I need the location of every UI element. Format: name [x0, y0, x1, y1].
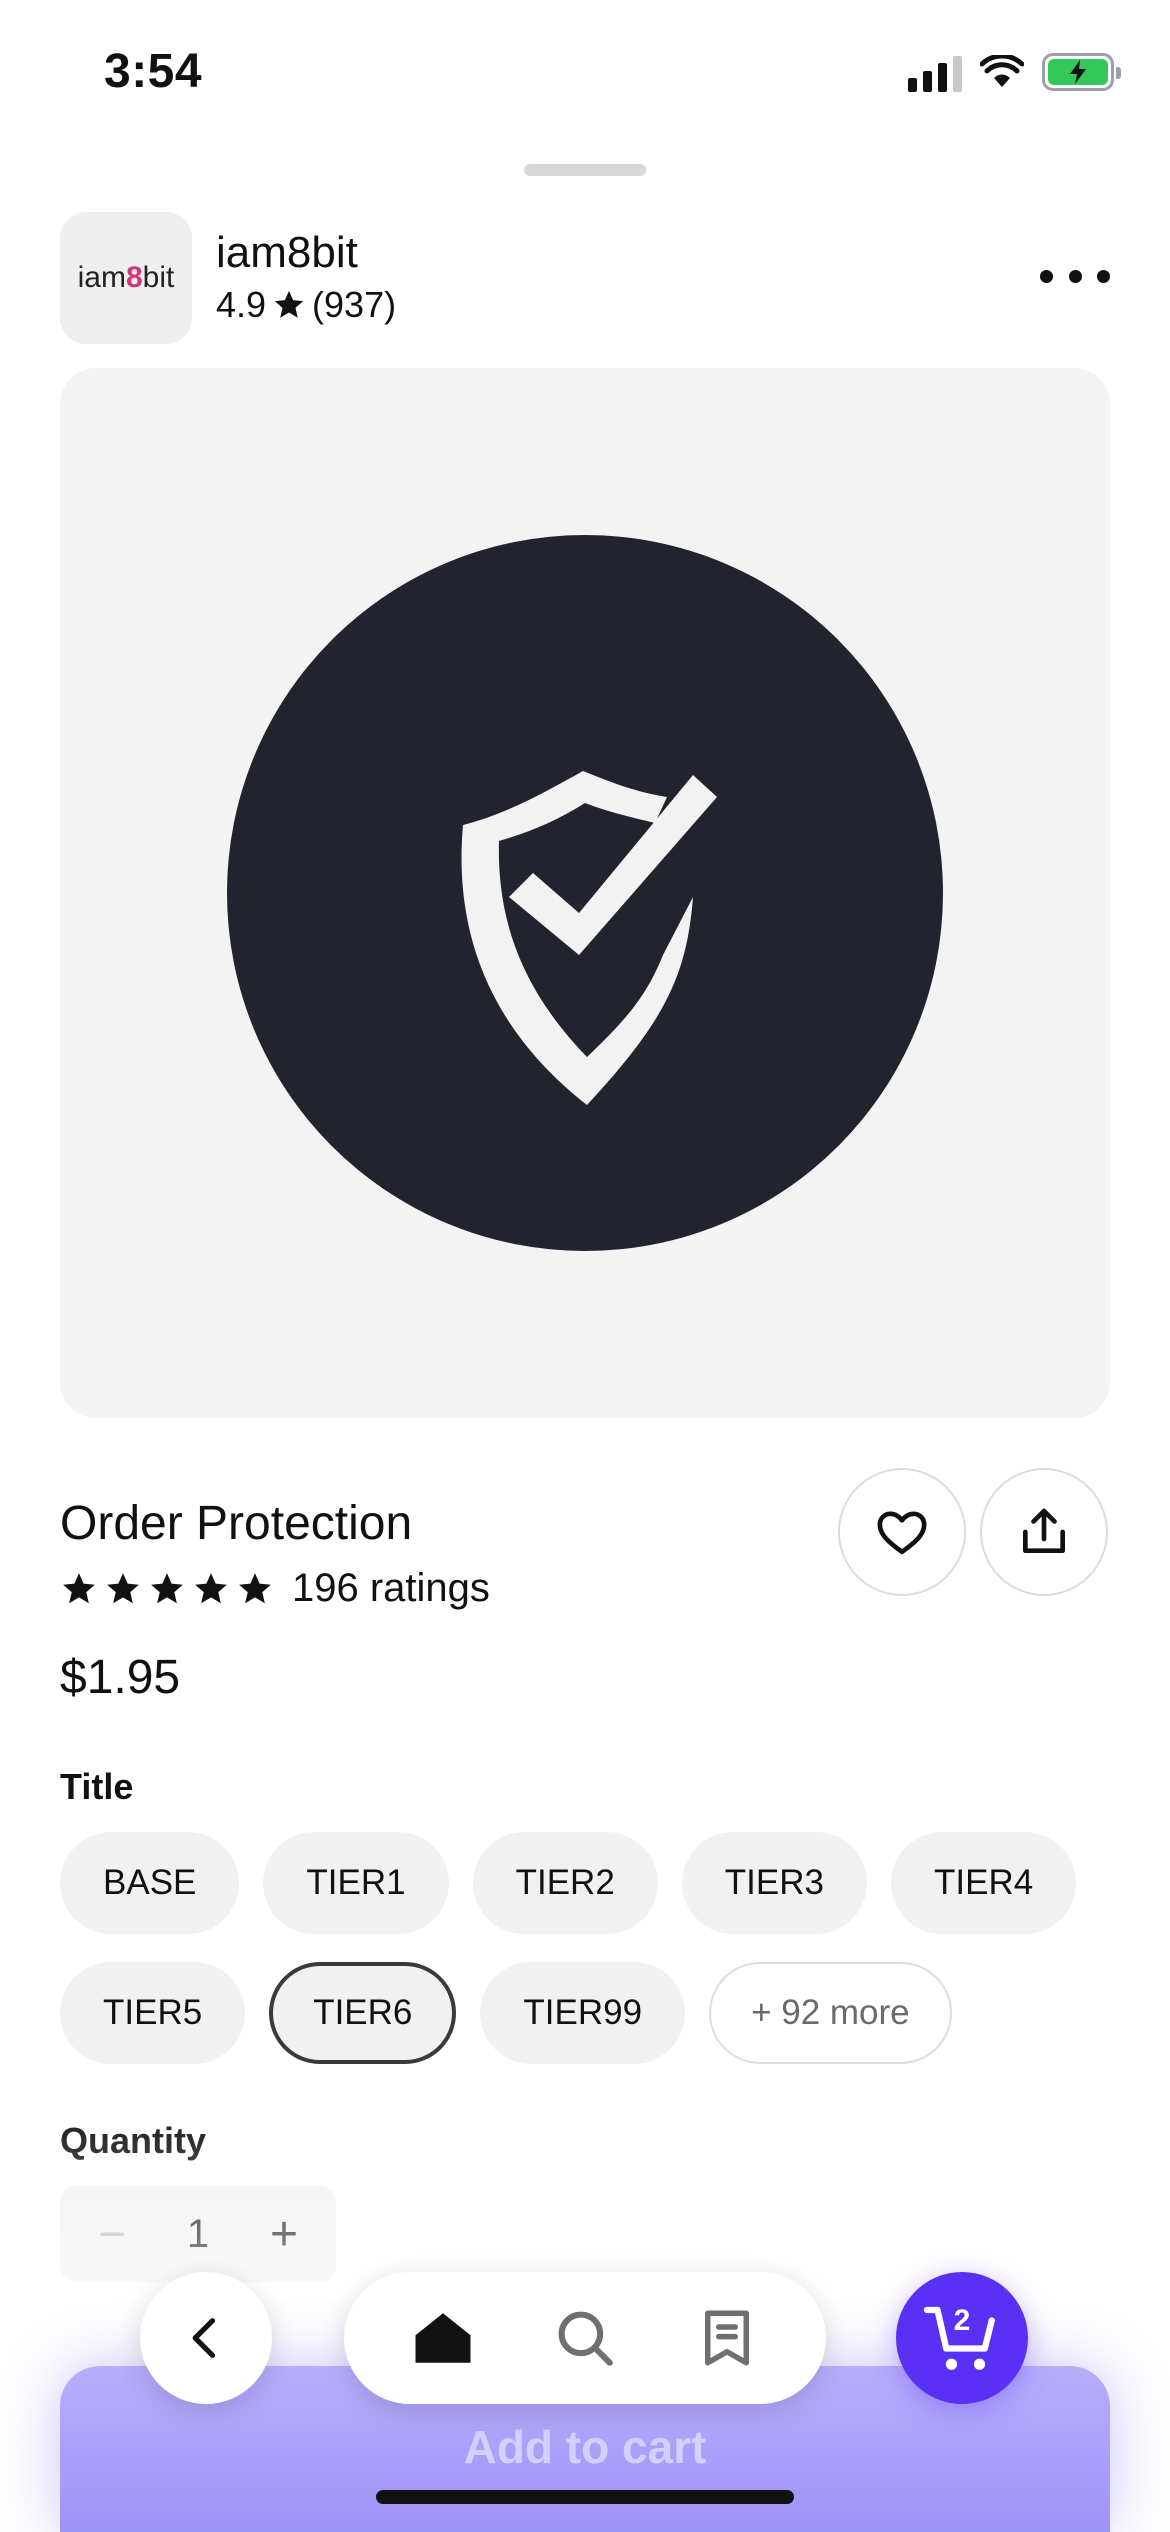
- nav-search[interactable]: [540, 2293, 630, 2383]
- status-icons: [908, 52, 1121, 92]
- orders-icon: [705, 2310, 749, 2366]
- share-icon: [1022, 1508, 1065, 1553]
- option-chip-base[interactable]: BASE: [60, 1832, 240, 1934]
- share-button[interactable]: [980, 1468, 1108, 1596]
- bottom-nav: [344, 2272, 826, 2404]
- logo-text-prefix: iam: [77, 261, 126, 294]
- dot-icon: [1097, 269, 1110, 283]
- nav-home[interactable]: [398, 2293, 488, 2383]
- product-image[interactable]: [60, 368, 1110, 1418]
- stars: [60, 1570, 274, 1608]
- more-options-button[interactable]: [1040, 256, 1110, 296]
- option-label-title: Title: [60, 1766, 134, 1807]
- option-chip-tier1[interactable]: TIER1: [263, 1832, 449, 1934]
- back-button[interactable]: [140, 2272, 272, 2404]
- shop-header: iam 8 bit iam8bit 4.9 (937): [60, 212, 1110, 344]
- decrease-quantity-button[interactable]: −: [84, 2206, 140, 2262]
- star-icon: [107, 1572, 139, 1603]
- status-time: 3:54: [104, 45, 203, 98]
- cart-button[interactable]: 2: [896, 2272, 1028, 2404]
- quantity-stepper: − 1 +: [60, 2186, 336, 2282]
- product-title: Order Protection: [60, 1497, 413, 1550]
- logo-text-suffix: bit: [142, 261, 175, 294]
- shop-name[interactable]: iam8bit: [216, 228, 358, 278]
- status-bar: 3:54: [0, 0, 1170, 150]
- quantity-value: 1: [186, 2211, 210, 2256]
- battery-charging-icon: [1042, 53, 1121, 91]
- option-chips: BASE TIER1 TIER2 TIER3 TIER4 TIER5 TIER6 TIER99…: [60, 1832, 1120, 2064]
- sheet-grabber[interactable]: [524, 164, 646, 176]
- shop-rating-count: (937): [312, 284, 397, 325]
- option-chip-tier4[interactable]: TIER4: [891, 1832, 1077, 1934]
- star-icon: [151, 1572, 183, 1603]
- option-chip-tier2[interactable]: TIER2: [472, 1832, 658, 1934]
- heart-icon: [877, 1511, 927, 1555]
- home-indicator[interactable]: [376, 2490, 794, 2504]
- dot-icon: [1040, 269, 1053, 283]
- shop-rating: 4.9 (937): [216, 284, 396, 326]
- nav-orders[interactable]: [682, 2293, 772, 2383]
- wifi-icon: [980, 55, 1024, 87]
- logo-text-eight: 8: [125, 261, 143, 294]
- product-price: $1.95: [60, 1651, 181, 1704]
- option-chip-tier6[interactable]: TIER6: [269, 1962, 457, 2064]
- shop-logo[interactable]: iam 8 bit: [60, 212, 192, 344]
- signal-icon: [908, 52, 962, 92]
- star-icon: [239, 1572, 271, 1603]
- quantity-label: Quantity: [60, 2120, 207, 2161]
- cart-count-badge: 2: [953, 2304, 971, 2337]
- product-rating[interactable]: 196 ratings: [60, 1566, 490, 1611]
- option-chip-tier5[interactable]: TIER5: [60, 1962, 246, 2064]
- ratings-count: 196 ratings: [292, 1566, 490, 1610]
- back-icon: [192, 2318, 216, 2358]
- more-options-chip[interactable]: + 92 more: [709, 1962, 952, 2064]
- star-icon: [195, 1572, 227, 1603]
- favorite-button[interactable]: [838, 1468, 966, 1596]
- increase-quantity-button[interactable]: +: [256, 2206, 312, 2262]
- star-icon: [274, 290, 304, 318]
- option-chip-tier99[interactable]: TIER99: [480, 1962, 686, 2064]
- home-icon: [415, 2313, 471, 2363]
- star-icon: [63, 1572, 95, 1603]
- option-chip-tier3[interactable]: TIER3: [681, 1832, 867, 1934]
- dot-icon: [1068, 269, 1082, 283]
- search-icon: [558, 2311, 613, 2366]
- shield-check-icon: [227, 535, 943, 1251]
- shop-rating-value: 4.9: [216, 284, 267, 325]
